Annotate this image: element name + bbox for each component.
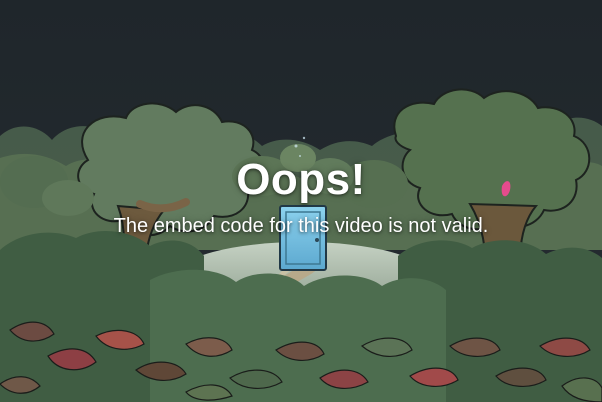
error-description: The embed code for this video is not val…: [113, 215, 489, 237]
error-title: Oops!: [236, 155, 366, 204]
error-message-container: Oops! The embed code for this video is n…: [0, 154, 602, 238]
video-error-panel: Oops! The embed code for this video is n…: [0, 0, 602, 402]
